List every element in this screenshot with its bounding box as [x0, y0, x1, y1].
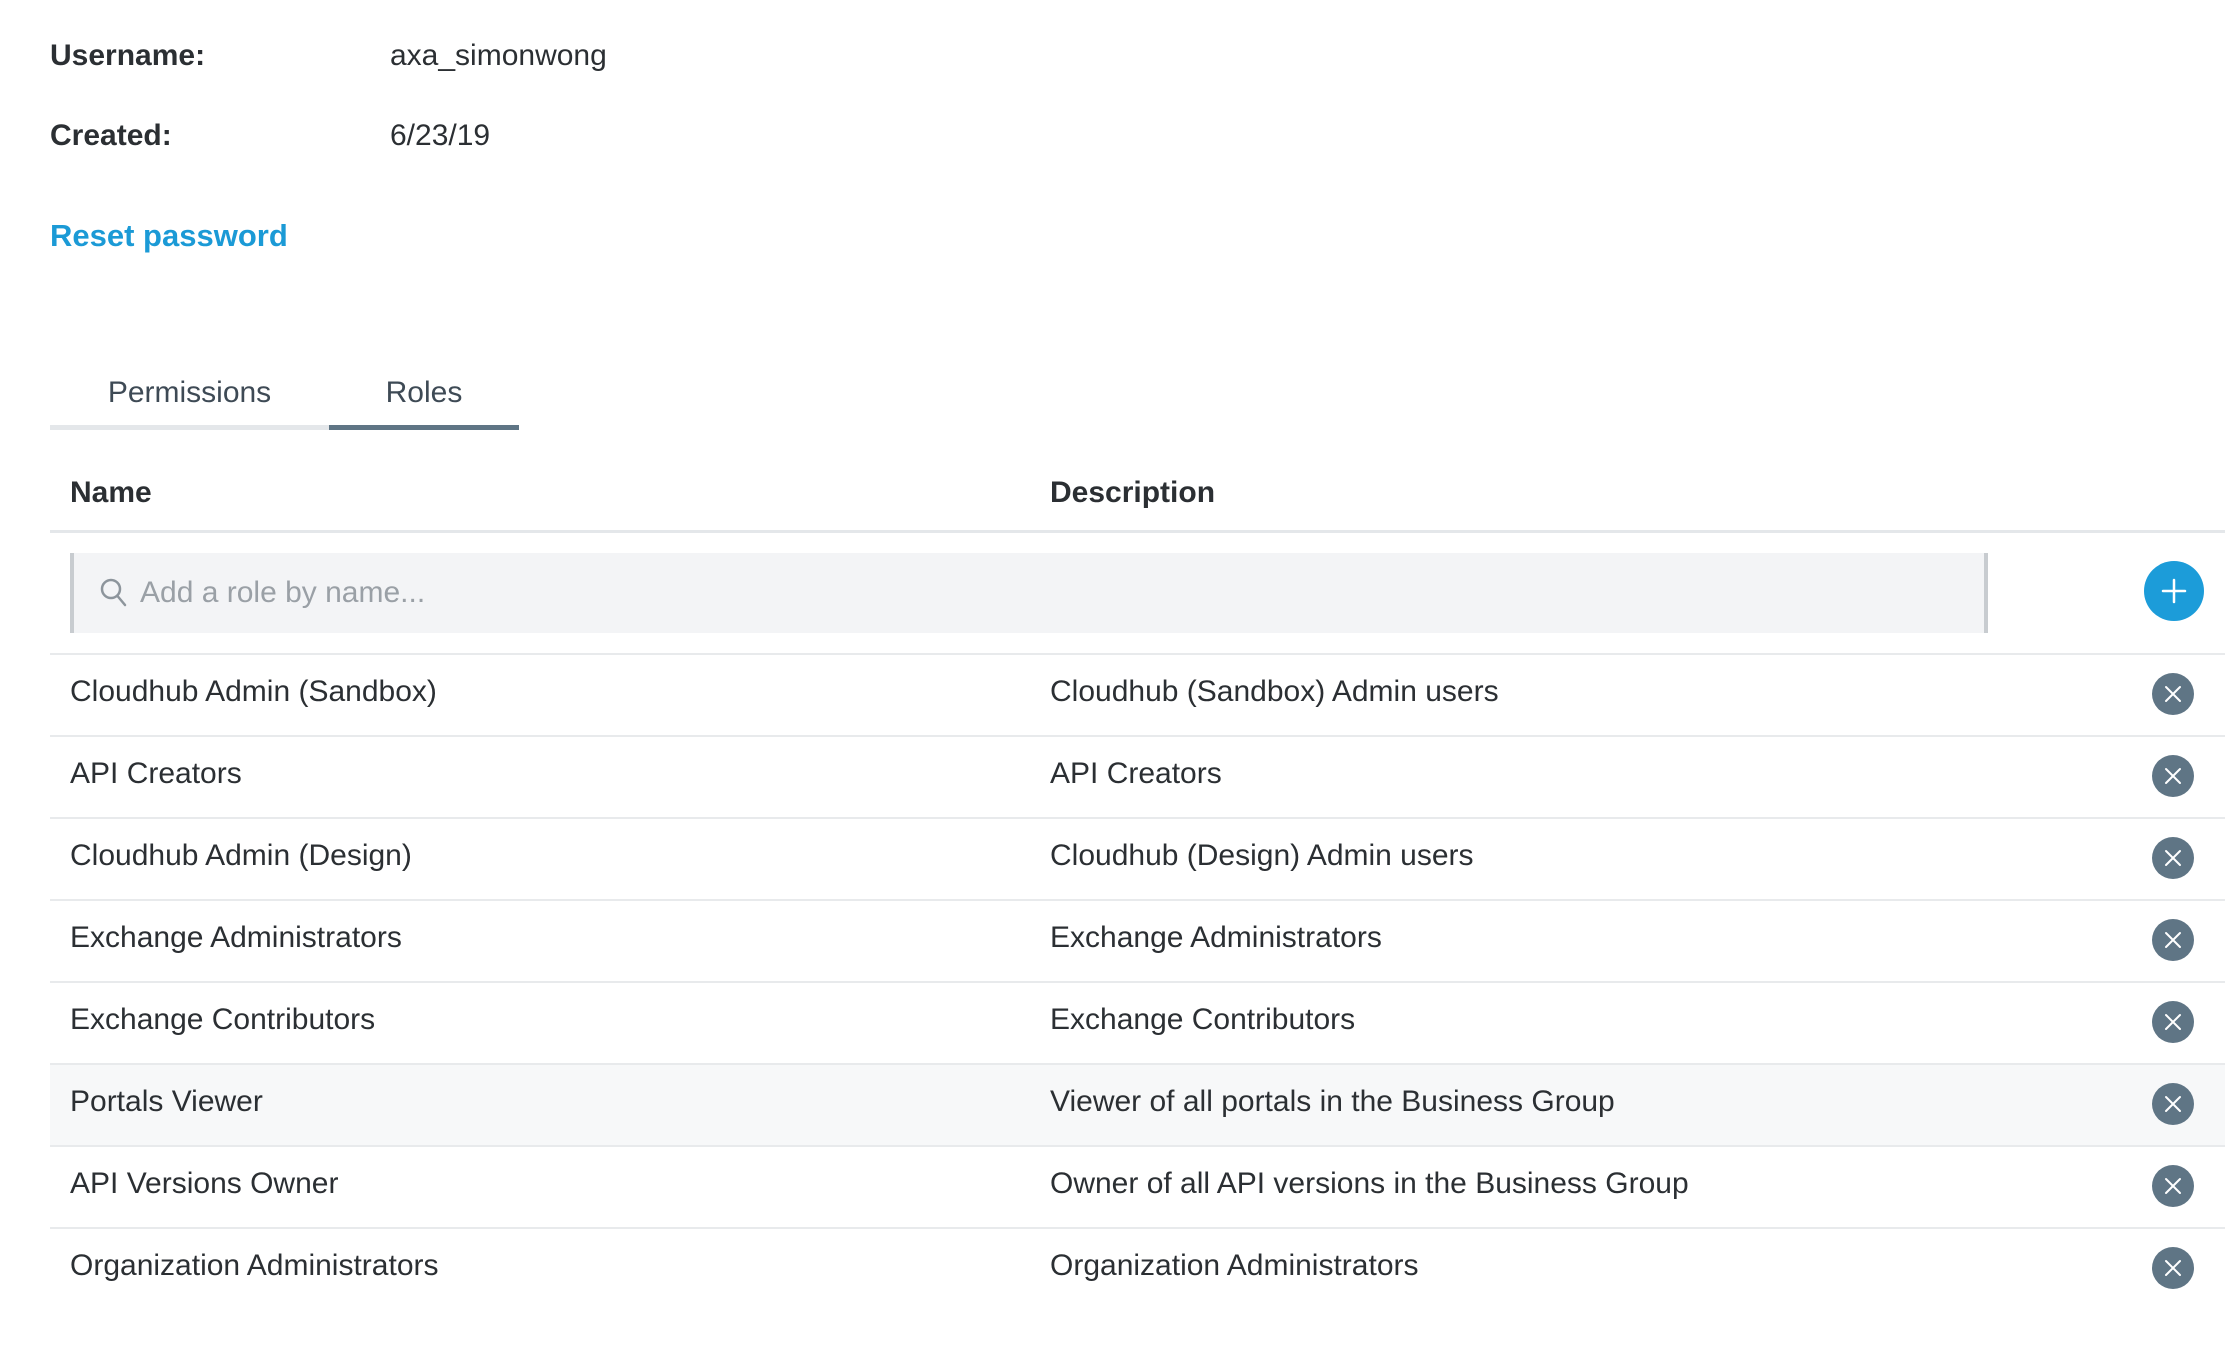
add-role-button[interactable] [2144, 561, 2204, 621]
tab-roles[interactable]: Roles [329, 360, 519, 430]
close-icon [2165, 686, 2181, 702]
table-row: API Versions Owner Owner of all API vers… [50, 1147, 2225, 1229]
role-name: API Versions Owner [70, 1167, 339, 1200]
tab-bar: Permissions Roles [50, 360, 519, 430]
username-row: Username: axa_simonwong [50, 36, 607, 76]
close-icon [2165, 1260, 2181, 1276]
username-value: axa_simonwong [390, 39, 607, 72]
remove-role-button[interactable] [2152, 837, 2194, 879]
role-description: Owner of all API versions in the Busines… [1050, 1167, 1689, 1200]
created-value: 6/23/19 [390, 119, 491, 152]
table-row: Organization Administrators Organization… [50, 1229, 2225, 1309]
role-description: Viewer of all portals in the Business Gr… [1050, 1085, 1615, 1118]
role-description: API Creators [1050, 757, 1222, 790]
remove-role-button[interactable] [2152, 1247, 2194, 1289]
remove-role-button[interactable] [2152, 673, 2194, 715]
remove-role-button[interactable] [2152, 755, 2194, 797]
role-name: Cloudhub Admin (Design) [70, 839, 412, 872]
table-row: API Creators API Creators [50, 737, 2225, 819]
table-row: Cloudhub Admin (Sandbox) Cloudhub (Sandb… [50, 655, 2225, 737]
table-row: Exchange Administrators Exchange Adminis… [50, 901, 2225, 983]
user-detail-page: Username: axa_simonwong Created: 6/23/19… [0, 0, 2238, 1364]
remove-role-button[interactable] [2152, 919, 2194, 961]
role-description: Cloudhub (Sandbox) Admin users [1050, 675, 1499, 708]
remove-role-button[interactable] [2152, 1165, 2194, 1207]
role-description: Exchange Contributors [1050, 1003, 1356, 1036]
table-header: Name Description [50, 460, 2225, 533]
role-name: Exchange Administrators [70, 921, 402, 954]
role-name: Organization Administrators [70, 1249, 439, 1282]
created-row: Created: 6/23/19 [50, 116, 490, 156]
role-search-input[interactable] [138, 562, 1942, 624]
roles-table: Name Description Cloudh [50, 460, 2225, 1309]
close-icon [2165, 1178, 2181, 1194]
column-header-description: Description [1050, 476, 1216, 509]
role-description: Cloudhub (Design) Admin users [1050, 839, 1474, 872]
remove-role-button[interactable] [2152, 1083, 2194, 1125]
role-name: Portals Viewer [70, 1085, 263, 1118]
add-role-row [50, 533, 2225, 655]
search-icon [96, 575, 132, 611]
role-description: Exchange Administrators [1050, 921, 1382, 954]
role-name: Cloudhub Admin (Sandbox) [70, 675, 437, 708]
created-label: Created: [50, 119, 172, 152]
table-row: Cloudhub Admin (Design) Cloudhub (Design… [50, 819, 2225, 901]
column-header-name: Name [70, 476, 152, 509]
table-row: Portals Viewer Viewer of all portals in … [50, 1065, 2225, 1147]
username-label: Username: [50, 39, 206, 72]
table-row: Exchange Contributors Exchange Contribut… [50, 983, 2225, 1065]
close-icon [2165, 768, 2181, 784]
role-description: Organization Administrators [1050, 1249, 1419, 1282]
close-icon [2165, 1096, 2181, 1112]
close-icon [2165, 850, 2181, 866]
role-name: API Creators [70, 757, 242, 790]
close-icon [2165, 932, 2181, 948]
role-name: Exchange Contributors [70, 1003, 376, 1036]
tab-permissions[interactable]: Permissions [50, 360, 329, 425]
reset-password-link[interactable]: Reset password [50, 218, 288, 254]
remove-role-button[interactable] [2152, 1001, 2194, 1043]
close-icon [2165, 1014, 2181, 1030]
role-search-box[interactable] [70, 553, 1988, 633]
plus-icon [2161, 578, 2187, 604]
